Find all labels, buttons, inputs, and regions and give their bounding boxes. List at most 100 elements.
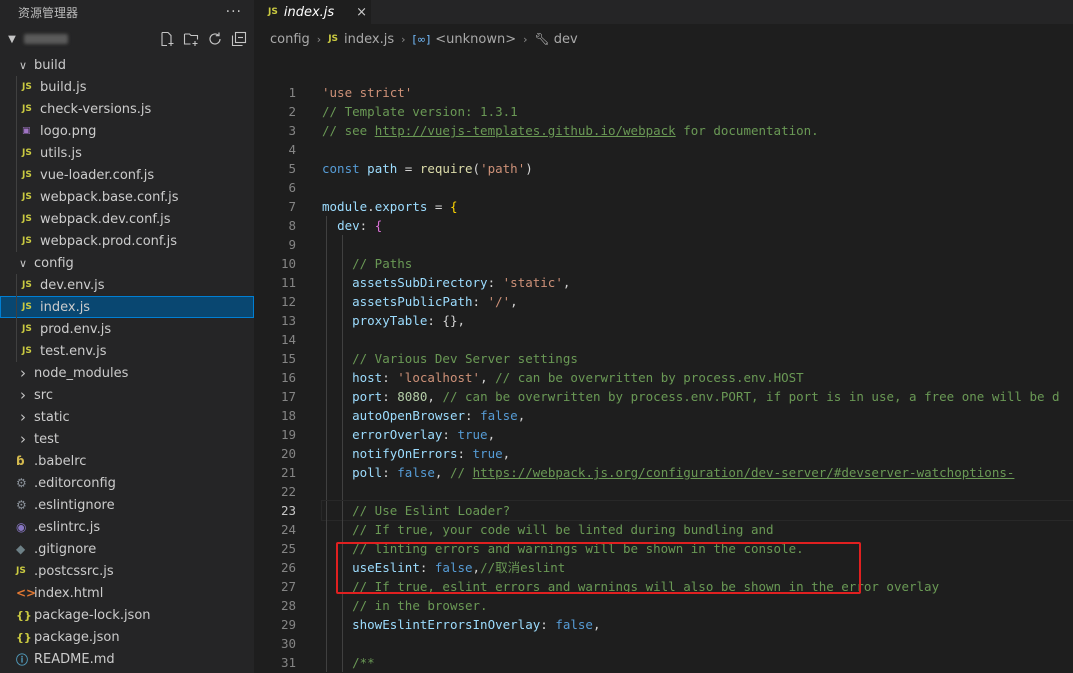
code-line[interactable]: port: 8080, // can be overwritten by pro… [322, 387, 1073, 406]
tree-file-webpack-base-conf-js[interactable]: JS webpack.base.conf.js [0, 186, 254, 208]
workspace-root[interactable]: ▼ [0, 24, 254, 54]
code-line[interactable]: // Use Eslint Loader? [321, 500, 1073, 521]
code-token: poll [352, 465, 383, 480]
code-token: : [540, 617, 556, 632]
code-line[interactable]: host: 'localhost', // can be overwritten… [322, 368, 1073, 387]
tree-folder-src[interactable]: › src [0, 384, 254, 406]
tree-folder-static[interactable]: › static [0, 406, 254, 428]
tree-file-webpack-dev-conf-js[interactable]: JS webpack.dev.conf.js [0, 208, 254, 230]
tree-file-test-env-js[interactable]: JS test.env.js [0, 340, 254, 362]
code-line[interactable]: poll: false, // https://webpack.js.org/c… [322, 463, 1073, 482]
js-file-icon: JS [22, 346, 32, 356]
tree-folder-build[interactable]: ∨ build [0, 54, 254, 76]
js-file-icon: JS [22, 214, 32, 224]
code-line[interactable]: autoOpenBrowser: false, [322, 406, 1073, 425]
collapse-all-icon[interactable] [230, 30, 248, 48]
tree-file-package-lock-json[interactable]: {} package-lock.json [0, 604, 254, 626]
code-token: 8080 [397, 389, 428, 404]
breadcrumb-file[interactable]: index.js [344, 32, 394, 47]
code-line[interactable]: 'use strict' [322, 83, 1073, 102]
tree-file-package-json[interactable]: {} package.json [0, 626, 254, 648]
code-line[interactable] [322, 330, 1073, 349]
code-token: proxyTable [352, 313, 428, 328]
code-line[interactable]: errorOverlay: true, [322, 425, 1073, 444]
code-line[interactable]: // Paths [322, 254, 1073, 273]
tree-file-build-js[interactable]: JS build.js [0, 76, 254, 98]
tree-file-eslintignore[interactable]: ⚙ .eslintignore [0, 494, 254, 516]
code-line[interactable]: dev: { [322, 216, 1073, 235]
more-actions-icon[interactable]: ··· [226, 4, 242, 20]
code-line[interactable]: // If true, your code will be linted dur… [322, 520, 1073, 539]
code-line[interactable]: // Various Dev Server settings [322, 349, 1073, 368]
code-line[interactable]: // see http://vuejs-templates.github.io/… [322, 121, 1073, 140]
indent-guide [342, 254, 343, 273]
code-token: : [465, 408, 481, 423]
tree-file-index-html[interactable]: <> index.html [0, 582, 254, 604]
refresh-icon[interactable] [206, 30, 224, 48]
tree-file-gitignore[interactable]: ◆ .gitignore [0, 538, 254, 560]
code-line[interactable]: useEslint: false,//取消eslint [322, 558, 1073, 577]
tree-item-label: .babelrc [34, 453, 87, 469]
code-line[interactable] [322, 634, 1073, 653]
tree-file-editorconfig[interactable]: ⚙ .editorconfig [0, 472, 254, 494]
js-file-icon: JS [22, 170, 32, 180]
tree-folder-config[interactable]: ∨ config [0, 252, 254, 274]
tree-folder-test[interactable]: › test [0, 428, 254, 450]
breadcrumb-symbol[interactable]: <unknown> [435, 32, 516, 47]
code-token: //取消eslint [480, 560, 566, 575]
tree-file-vue-loader-conf-js[interactable]: JS vue-loader.conf.js [0, 164, 254, 186]
new-folder-icon[interactable] [182, 30, 200, 48]
code-line[interactable]: // Template version: 1.3.1 [322, 102, 1073, 121]
code-line[interactable]: const path = require('path') [322, 159, 1073, 178]
tree-file-readme-md[interactable]: ⓘ README.md [0, 648, 254, 670]
code-token: ( [472, 161, 481, 176]
indent-guide [326, 444, 327, 463]
code-lines[interactable]: 'use strict' // Template version: 1.3.1 //… [321, 83, 1073, 672]
code-line[interactable]: // in the browser. [322, 596, 1073, 615]
tree-file-index-js[interactable]: JS index.js [0, 296, 254, 318]
tree-file-webpack-prod-conf-js[interactable]: JS webpack.prod.conf.js [0, 230, 254, 252]
tree-item-label: .eslintrc.js [34, 519, 101, 535]
tree-file-dev-env-js[interactable]: JS dev.env.js [0, 274, 254, 296]
code-token: // can be overwritten by process.env.POR… [442, 389, 1060, 404]
indent-guide [342, 330, 343, 349]
line-number: 11 [280, 275, 296, 290]
code-line[interactable] [322, 140, 1073, 159]
code-line[interactable]: module.exports = { [322, 197, 1073, 216]
tree-file-postcssrc-js[interactable]: JS .postcssrc.js [0, 560, 254, 582]
tree-file-check-versions-js[interactable]: JS check-versions.js [0, 98, 254, 120]
code-token: : [382, 465, 398, 480]
code-line[interactable]: // linting errors and warnings will be s… [322, 539, 1073, 558]
tab-index-js[interactable]: JS index.js × [254, 0, 371, 24]
tree-folder-node-modules[interactable]: › node_modules [0, 362, 254, 384]
code-line[interactable] [322, 482, 1073, 501]
babel-file-icon: ɓ [16, 454, 25, 468]
close-icon[interactable]: × [356, 5, 367, 20]
tree-file-babelrc[interactable]: ɓ .babelrc [0, 450, 254, 472]
code-line[interactable]: assetsSubDirectory: 'static', [322, 273, 1073, 292]
code-line[interactable]: /** [322, 653, 1073, 672]
breadcrumb-folder[interactable]: config [270, 32, 310, 47]
code-line[interactable]: showEslintErrorsInOverlay: false, [322, 615, 1073, 634]
code-editor[interactable]: 1 2 3 4 5 6 7 8 9 10 11 12 13 14 15 16 17 18 19 20 21 22 23 24 2… [254, 54, 1073, 673]
js-file-icon: JS [22, 148, 32, 158]
code-line[interactable] [322, 178, 1073, 197]
js-file-icon: JS [22, 302, 32, 312]
new-file-icon[interactable] [158, 30, 176, 48]
code-token: 'path' [480, 161, 526, 176]
code-line[interactable]: // If true, eslint errors and warnings w… [322, 577, 1073, 596]
tree-file-prod-env-js[interactable]: JS prod.env.js [0, 318, 254, 340]
explorer-title: 资源管理器 [18, 5, 79, 20]
tree-file-logo-png[interactable]: ▣ logo.png [0, 120, 254, 142]
tree-file-utils-js[interactable]: JS utils.js [0, 142, 254, 164]
code-line[interactable] [322, 235, 1073, 254]
indent-guide [16, 296, 17, 318]
code-line[interactable]: notifyOnErrors: true, [322, 444, 1073, 463]
code-line[interactable]: assetsPublicPath: '/', [322, 292, 1073, 311]
indent-guide [326, 577, 327, 596]
breadcrumb-member[interactable]: dev [554, 32, 578, 47]
code-line[interactable]: proxyTable: {}, [322, 311, 1073, 330]
tree-file-eslintrc-js[interactable]: ◉ .eslintrc.js [0, 516, 254, 538]
breadcrumb: config › JS index.js › [∞] <unknown> › 🔧… [254, 24, 1073, 54]
js-file-icon: JS [22, 280, 32, 290]
